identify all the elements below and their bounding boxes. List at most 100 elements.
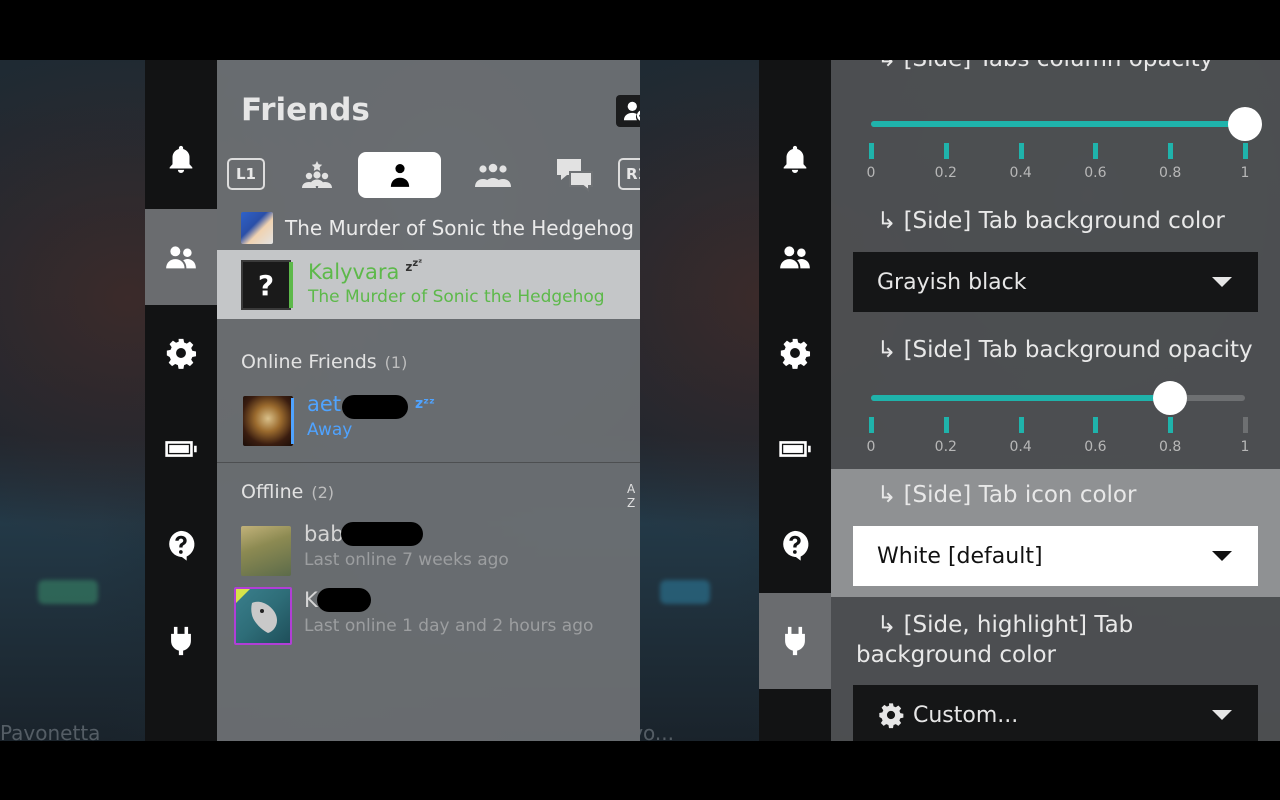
battery-icon: [165, 441, 197, 457]
tab-bg-color-dropdown[interactable]: Grayish black: [853, 252, 1258, 312]
online-section-header: Online Friends (1): [241, 351, 407, 373]
tab-friends[interactable]: [759, 209, 831, 305]
slider-tick: [869, 143, 874, 159]
ingame-game-title: The Murder of Sonic the Hedgehog: [285, 216, 634, 240]
slider-tick: [1018, 417, 1024, 433]
side-tabs: [145, 60, 217, 741]
tab-icon-color-dropdown[interactable]: White [default]: [853, 526, 1258, 586]
friend-name: K: [304, 588, 318, 612]
dropdown-value: Custom...: [913, 702, 1019, 728]
slider-tick: [943, 417, 949, 433]
gear-icon: [166, 338, 197, 369]
offline-count: (2): [311, 483, 335, 502]
tab-notifications[interactable]: [145, 112, 217, 208]
tab-favorites[interactable]: [287, 152, 347, 198]
friend-last-online: Last online 7 weeks ago: [304, 550, 509, 570]
friends-icon: [166, 246, 196, 269]
avatar: [234, 587, 292, 645]
plug-icon: [785, 626, 805, 656]
friend-name: aet: [307, 392, 341, 416]
tab-friends[interactable]: [145, 209, 217, 305]
slider-tick-label: 0.6: [1084, 165, 1107, 181]
tab-performance[interactable]: [145, 401, 217, 497]
slider-fill: [871, 395, 1171, 401]
friend-name-text: aet: [307, 392, 342, 416]
slider-tick-label: 0.2: [934, 439, 957, 455]
slider-knob[interactable]: [1153, 381, 1188, 415]
friends-tabbar: L1 R1: [227, 152, 640, 198]
slider-tick: [1168, 417, 1174, 433]
svg-text:Z: Z: [627, 496, 635, 510]
letterbox-bottom: [0, 741, 1280, 800]
tab-help[interactable]: [145, 497, 217, 593]
chevron-down-icon: [1212, 277, 1232, 287]
backdrop-caption: Pavonetta: [0, 721, 101, 741]
sort-az-icon[interactable]: A Z: [626, 480, 640, 510]
game-thumbnail: [241, 212, 273, 244]
online-count: (1): [384, 353, 408, 372]
slider-tick-label: 0.8: [1159, 439, 1182, 455]
slider-tick-label: 0: [866, 439, 876, 455]
friends-panel: Friends L1 R1 The Murder of Sonic the He…: [217, 60, 640, 741]
chat-icon: [557, 159, 593, 192]
friend-game: The Murder of Sonic the Hedgehog: [308, 287, 605, 307]
tabs-column-opacity-slider[interactable]: 0 0.2 0.4 0.6 0.8 1: [867, 107, 1262, 187]
sleep-indicator: zzᶻ: [405, 258, 423, 274]
left-screen: Pavonetta Friends L1 R The Murder of Son…: [0, 60, 640, 741]
tab-settings[interactable]: [145, 305, 217, 401]
online-section-label: Online Friends: [241, 351, 377, 373]
redaction: [342, 395, 408, 419]
online-status-bar: [291, 398, 294, 444]
setting-label-tabs-column-opacity: ↳ [Side] Tabs column opacity: [877, 60, 1213, 72]
plug-icon: [171, 626, 191, 656]
highlight-bg-color-dropdown[interactable]: Custom...: [853, 685, 1258, 741]
slider-tick-label: 0.4: [1009, 439, 1032, 455]
friend-row-selected[interactable]: ? Kalyvara zzᶻ The Murder of Sonic the He…: [217, 250, 640, 319]
hint-r1: R1: [618, 158, 640, 190]
add-friend-button[interactable]: [616, 95, 640, 127]
backdrop-chip: [660, 580, 710, 604]
slider-tick: [1018, 143, 1024, 159]
tab-plugins[interactable]: [145, 593, 217, 689]
tab-help[interactable]: [759, 497, 831, 593]
shark-avatar-icon: [236, 589, 278, 633]
help-icon: [783, 530, 809, 561]
gear-icon: [879, 703, 904, 729]
plugin-settings-panel: ↳ [Side] Tabs column opacity 00.20.40.60…: [831, 60, 1280, 741]
favorite-friends-icon: [302, 161, 332, 188]
offline-section-header: Offline (2): [241, 481, 334, 503]
slider-knob[interactable]: [1228, 107, 1262, 141]
dropdown-value: Grayish black: [877, 269, 1027, 295]
chevron-down-icon: [1212, 551, 1232, 561]
avatar: [241, 526, 291, 576]
person-icon: [390, 164, 409, 187]
add-friend-icon: [623, 101, 640, 121]
tab-performance[interactable]: [759, 401, 831, 497]
slider-tick: [1093, 417, 1099, 433]
tab-bg-opacity-slider[interactable]: 0 0.2 0.4 0.6 0.8 1: [867, 381, 1249, 461]
tab-settings[interactable]: [759, 305, 831, 401]
sleep-indicator: zᶻᶻ: [415, 396, 435, 412]
ingame-status-bar: [289, 262, 293, 308]
right-screen: Acer.. Ryzen Evo... ↳ [Side] Tabs column…: [640, 60, 1280, 741]
slider-tick-label: 0.6: [1084, 439, 1107, 455]
tab-chats[interactable]: [545, 152, 605, 198]
slider-tick: [1243, 143, 1248, 159]
setting-label-tab-bg-color: ↳ [Side] Tab background color: [877, 208, 1225, 234]
slider-tick: [1168, 143, 1174, 159]
slider-tick-label: 1: [1240, 439, 1250, 455]
tab-groups[interactable]: [463, 152, 523, 198]
gear-icon: [780, 338, 811, 369]
ingame-group-header[interactable]: The Murder of Sonic the Hedgehog: [217, 208, 640, 248]
tab-plugins[interactable]: [759, 593, 831, 689]
bell-icon: [169, 145, 193, 174]
setting-label-tab-icon-color: ↳ [Side] Tab icon color: [877, 482, 1137, 508]
help-icon: [169, 530, 195, 561]
tab-notifications[interactable]: [759, 112, 831, 208]
slider-tick-label: 0: [866, 165, 876, 181]
slider-tick: [943, 143, 949, 159]
tab-friends-list[interactable]: [358, 152, 441, 198]
friend-status: Away: [307, 420, 353, 440]
slider-fill: [871, 121, 1245, 127]
slider-tick-label: 0.4: [1009, 165, 1032, 181]
